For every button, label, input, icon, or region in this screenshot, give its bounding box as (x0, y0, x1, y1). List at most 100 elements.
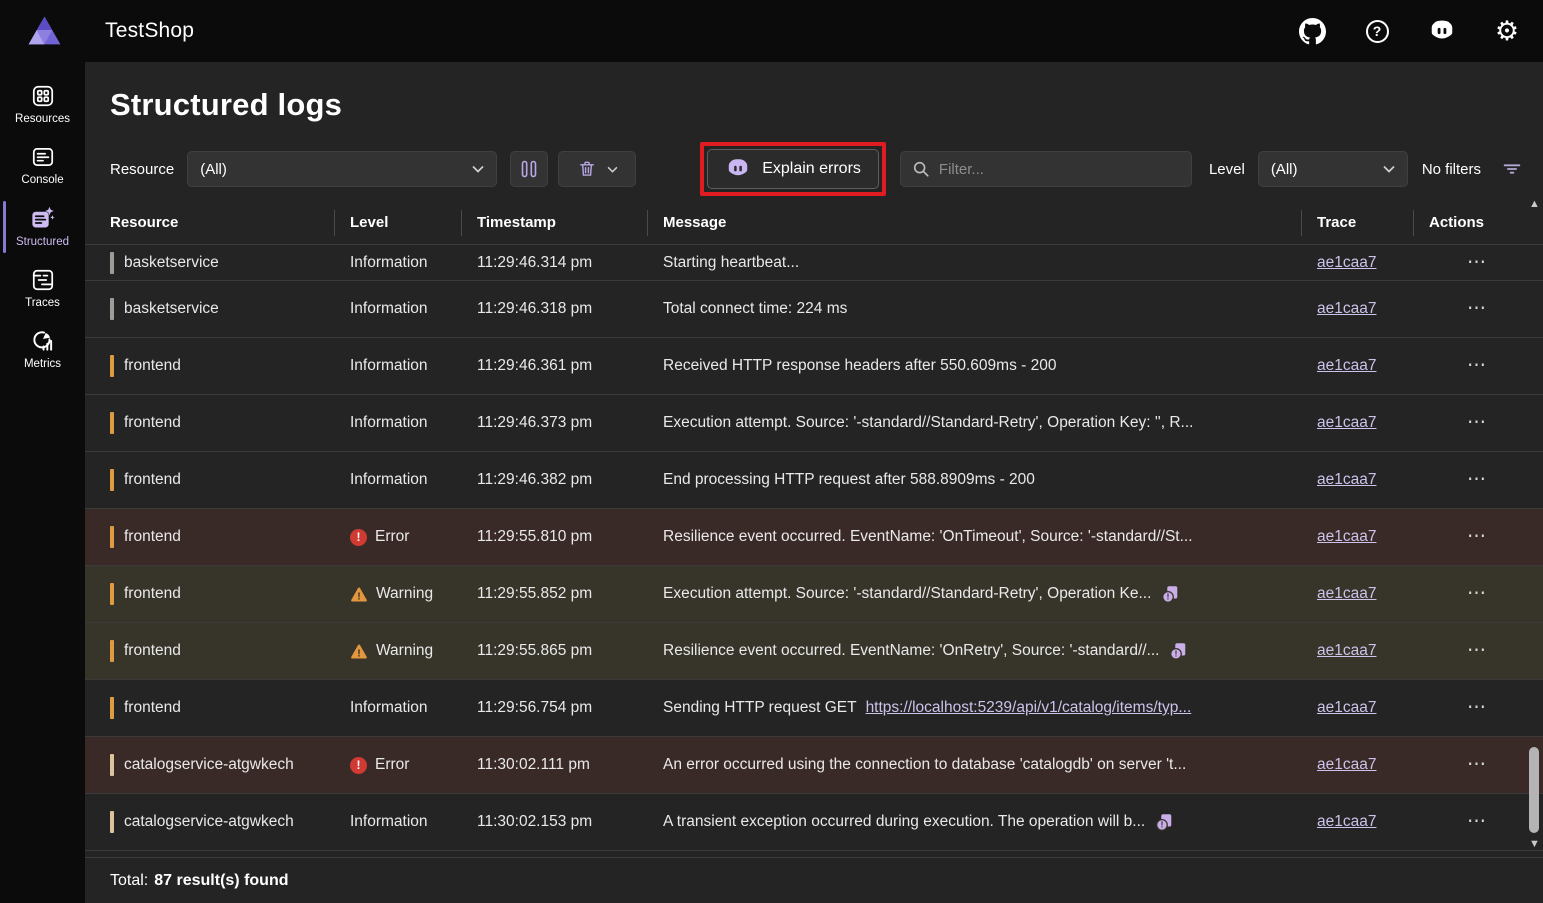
scrollbar-thumb[interactable] (1529, 747, 1539, 833)
trace-link[interactable]: ae1caa7 (1317, 528, 1376, 545)
level-label: Information (350, 699, 428, 717)
resource-name: frontend (124, 471, 181, 489)
explain-errors-button[interactable]: Explain errors (707, 149, 879, 189)
message-text: An error occurred using the connection t… (663, 756, 1186, 774)
resources-icon (30, 83, 56, 109)
table-row[interactable]: catalogservice-atgwkech Information 11:3… (85, 794, 1543, 851)
row-actions-button[interactable]: ⋯ (1467, 413, 1487, 432)
trace-link[interactable]: ae1caa7 (1317, 471, 1376, 488)
level-cell: Information (350, 813, 477, 831)
trace-link[interactable]: ae1caa7 (1317, 414, 1376, 431)
row-actions-button[interactable]: ⋯ (1467, 527, 1487, 546)
resource-color-bar (110, 469, 114, 491)
pause-button[interactable] (510, 151, 548, 187)
message-link[interactable]: https://localhost:5239/api/v1/catalog/it… (866, 699, 1192, 717)
table-row[interactable]: catalogservice-atgwkech ! Error 11:30:02… (85, 737, 1543, 794)
level-cell: Information (350, 699, 477, 717)
help-icon[interactable]: ? (1363, 17, 1391, 45)
trace-cell: ae1caa7 (1317, 254, 1429, 272)
message-text: Starting heartbeat... (663, 254, 799, 272)
message-text: Received HTTP response headers after 550… (663, 357, 1056, 375)
table-row[interactable]: basketservice Information 11:29:46.318 p… (85, 281, 1543, 338)
resource-name: frontend (124, 699, 181, 717)
message-cell: Execution attempt. Source: '-standard//S… (663, 414, 1317, 432)
message-text: Resilience event occurred. EventName: 'O… (663, 528, 1193, 546)
row-actions-button[interactable]: ⋯ (1467, 470, 1487, 489)
level-label: Error (375, 528, 409, 546)
level-cell: Information (350, 357, 477, 375)
trace-cell: ae1caa7 (1317, 300, 1429, 318)
trace-link[interactable]: ae1caa7 (1317, 357, 1376, 374)
scrollbar-down-arrow[interactable]: ▼ (1527, 837, 1542, 851)
level-label: Information (350, 357, 428, 375)
scrollbar-up-arrow[interactable]: ▲ (1527, 197, 1542, 211)
trace-link[interactable]: ae1caa7 (1317, 699, 1376, 716)
table-row[interactable]: frontend ! Error 11:29:55.810 pm Resilie… (85, 509, 1543, 566)
pause-icon (520, 159, 538, 179)
table-row[interactable]: frontend ! Warning 11:29:55.852 pm Execu… (85, 566, 1543, 623)
level-label: Error (375, 756, 409, 774)
row-actions-button[interactable]: ⋯ (1467, 584, 1487, 603)
github-icon[interactable] (1298, 17, 1326, 45)
row-actions-button[interactable]: ⋯ (1467, 755, 1487, 774)
table-row[interactable]: frontend ! Warning 11:29:55.865 pm Resil… (85, 623, 1543, 680)
copilot-icon[interactable] (1428, 17, 1456, 45)
column-header-actions: Actions (1429, 214, 1525, 231)
level-label: Information (350, 471, 428, 489)
table-row[interactable]: frontend Information 11:29:46.373 pm Exe… (85, 395, 1543, 452)
resource-cell: frontend (110, 355, 350, 377)
level-cell: Information (350, 254, 477, 272)
resource-select[interactable]: (All) (187, 151, 497, 187)
column-header-level: Level (350, 214, 477, 231)
table-row[interactable]: frontend Information 11:29:46.382 pm End… (85, 452, 1543, 509)
message-cell: Execution attempt. Source: '-standard//S… (663, 584, 1317, 604)
level-cell: Information (350, 300, 477, 318)
console-icon (30, 144, 56, 170)
sidebar-item-structured[interactable]: Structured (0, 196, 85, 258)
trace-cell: ae1caa7 (1317, 528, 1429, 546)
message-text: Execution attempt. Source: '-standard//S… (663, 414, 1193, 432)
chevron-down-icon (607, 166, 618, 173)
sidebar-item-resources[interactable]: Resources (0, 74, 85, 135)
level-select[interactable]: (All) (1258, 151, 1408, 187)
row-actions-button[interactable]: ⋯ (1467, 253, 1487, 272)
sidebar-item-label: Console (21, 174, 63, 186)
trace-link[interactable]: ae1caa7 (1317, 642, 1376, 659)
trace-link[interactable]: ae1caa7 (1317, 813, 1376, 830)
trace-link[interactable]: ae1caa7 (1317, 756, 1376, 773)
table-row[interactable]: frontend Information 11:29:56.754 pm Sen… (85, 680, 1543, 737)
trace-link[interactable]: ae1caa7 (1317, 254, 1376, 271)
message-cell: Received HTTP response headers after 550… (663, 357, 1317, 375)
message-cell: Resilience event occurred. EventName: 'O… (663, 641, 1317, 661)
timestamp: 11:29:55.865 pm (477, 642, 663, 660)
actions-cell: ⋯ (1429, 356, 1525, 376)
filter-icon[interactable] (1501, 158, 1523, 180)
row-actions-button[interactable]: ⋯ (1467, 641, 1487, 660)
table-row[interactable]: frontend Information 11:29:46.361 pm Rec… (85, 338, 1543, 395)
resource-cell: basketservice (110, 252, 350, 274)
message-text: End processing HTTP request after 588.89… (663, 471, 1035, 489)
sidebar-item-metrics[interactable]: Metrics (0, 319, 85, 380)
filter-input[interactable] (939, 161, 1180, 178)
sidebar-item-traces[interactable]: Traces (0, 258, 85, 319)
trace-link[interactable]: ae1caa7 (1317, 300, 1376, 317)
resource-name: frontend (124, 528, 181, 546)
settings-icon[interactable]: ⚙ (1493, 17, 1521, 45)
row-actions-button[interactable]: ⋯ (1467, 812, 1487, 831)
chevron-down-icon (472, 165, 484, 173)
row-actions-button[interactable]: ⋯ (1467, 356, 1487, 375)
sidebar-item-console[interactable]: Console (0, 135, 85, 196)
filter-search-box (900, 151, 1192, 187)
clear-logs-button[interactable] (558, 151, 636, 187)
page-title: Structured logs (85, 62, 1543, 123)
table-row[interactable]: basketservice Information 11:29:46.314 p… (85, 245, 1543, 281)
resource-name: basketservice (124, 254, 219, 272)
resource-cell: frontend (110, 526, 350, 548)
resource-cell: frontend (110, 469, 350, 491)
row-actions-button[interactable]: ⋯ (1467, 299, 1487, 318)
level-label: Information (350, 300, 428, 318)
row-actions-button[interactable]: ⋯ (1467, 698, 1487, 717)
trace-link[interactable]: ae1caa7 (1317, 585, 1376, 602)
sidebar-item-label: Structured (16, 236, 69, 248)
metrics-icon (30, 328, 56, 354)
